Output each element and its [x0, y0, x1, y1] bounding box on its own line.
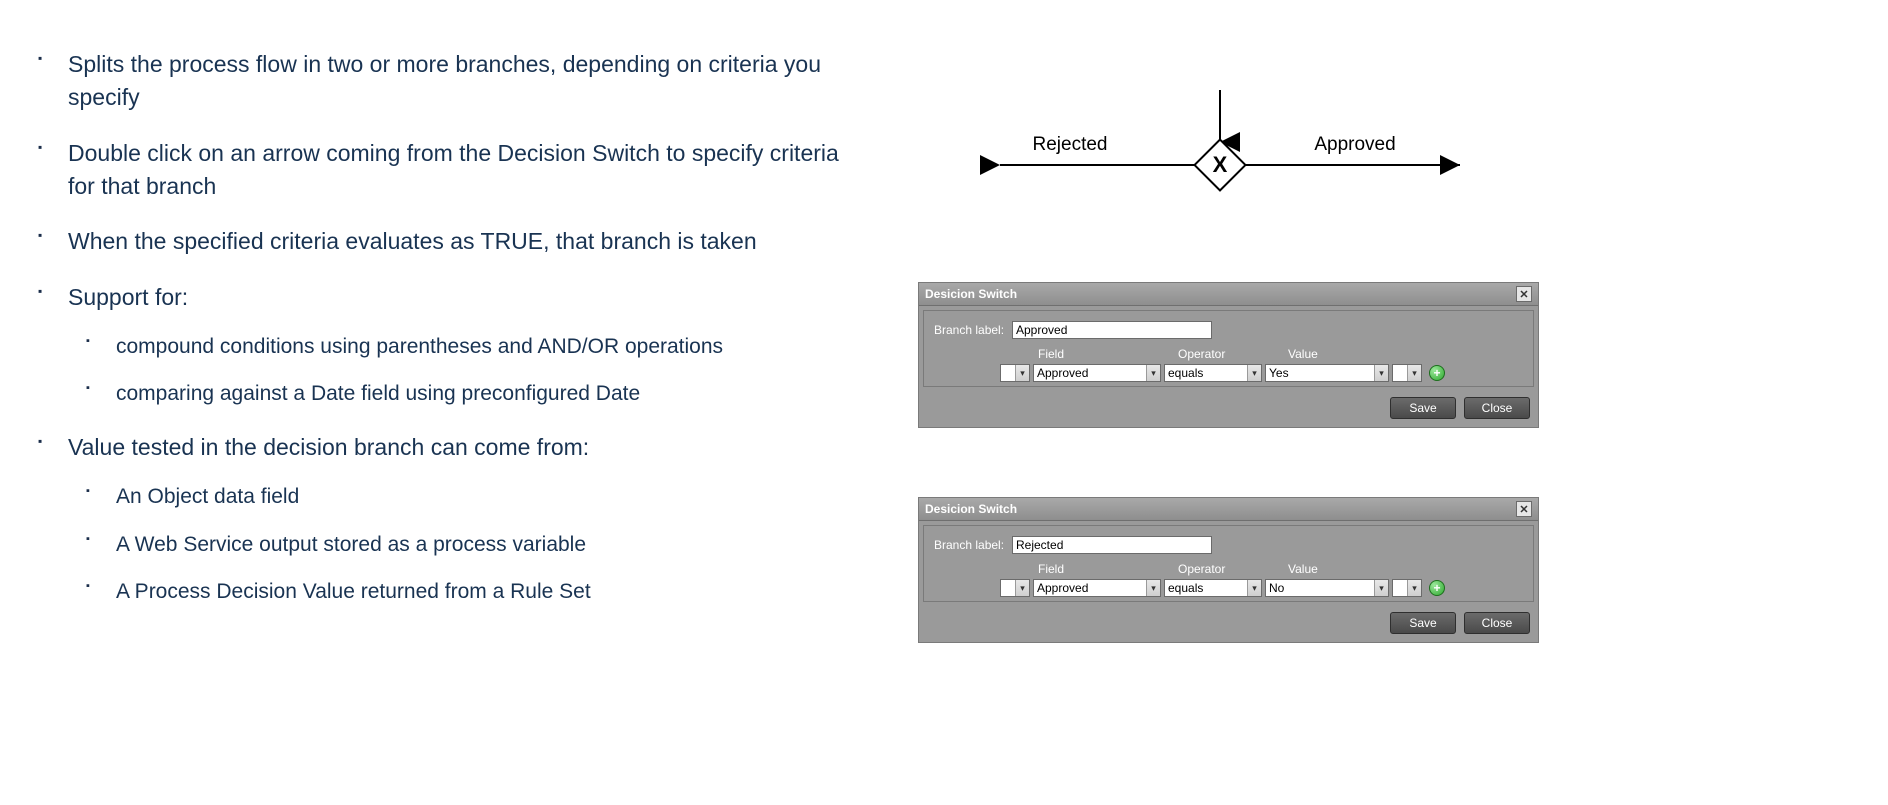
close-icon[interactable]: ✕ [1516, 501, 1532, 517]
dialog-title: Desicion Switch [925, 287, 1017, 301]
col-field: Field [1038, 347, 1178, 361]
decision-switch-dialog-rejected: Desicion Switch ✕ Branch label: Field Op… [918, 497, 1539, 643]
bullet-5-sub-3: A Process Decision Value returned from a… [68, 577, 860, 606]
bullet-3: When the specified criteria evaluates as… [30, 225, 860, 258]
branch-label-input[interactable] [1012, 321, 1212, 339]
save-button[interactable]: Save [1390, 397, 1456, 419]
svg-text:Rejected: Rejected [1033, 134, 1108, 155]
branch-label-input[interactable] [1012, 536, 1212, 554]
col-value: Value [1288, 347, 1408, 361]
close-button[interactable]: Close [1464, 397, 1530, 419]
chevron-down-icon[interactable]: ▾ [1374, 580, 1388, 596]
chevron-down-icon[interactable]: ▾ [1015, 580, 1029, 596]
slide-text: Splits the process flow in two or more b… [30, 48, 860, 628]
branch-label-caption: Branch label: [934, 538, 1006, 552]
branch-label-caption: Branch label: [934, 323, 1006, 337]
chevron-down-icon[interactable]: ▾ [1247, 580, 1261, 596]
bullet-4-sub-1: compound conditions using parentheses an… [68, 332, 860, 361]
bullet-4: Support for: compound conditions using p… [30, 281, 860, 409]
close-icon[interactable]: ✕ [1516, 286, 1532, 302]
bullet-2: Double click on an arrow coming from the… [30, 137, 860, 204]
dialog-titlebar[interactable]: Desicion Switch ✕ [919, 283, 1538, 306]
bullet-5-sub-2: A Web Service output stored as a process… [68, 530, 860, 559]
value-select[interactable]: ▾ [1265, 579, 1389, 597]
bullet-5: Value tested in the decision branch can … [30, 431, 860, 607]
decision-switch-dialog-approved: Desicion Switch ✕ Branch label: Field Op… [918, 282, 1539, 428]
chevron-down-icon[interactable]: ▾ [1407, 365, 1421, 381]
chevron-down-icon[interactable]: ▾ [1015, 365, 1029, 381]
value-select[interactable]: ▾ [1265, 364, 1389, 382]
chevron-down-icon[interactable]: ▾ [1146, 580, 1160, 596]
save-button[interactable]: Save [1390, 612, 1456, 634]
bullet-4-sub-2: comparing against a Date field using pre… [68, 379, 860, 408]
operator-select[interactable]: ▾ [1164, 364, 1262, 382]
bullet-5-sub-1: An Object data field [68, 482, 860, 511]
svg-text:X: X [1213, 152, 1228, 177]
col-operator: Operator [1178, 347, 1288, 361]
close-paren-select[interactable]: ▾ [1392, 364, 1422, 382]
col-field: Field [1038, 562, 1178, 576]
open-paren-select[interactable]: ▾ [1000, 364, 1030, 382]
chevron-down-icon[interactable]: ▾ [1374, 365, 1388, 381]
col-value: Value [1288, 562, 1408, 576]
close-paren-select[interactable]: ▾ [1392, 579, 1422, 597]
bullet-1: Splits the process flow in two or more b… [30, 48, 860, 115]
open-paren-select[interactable]: ▾ [1000, 579, 1030, 597]
col-operator: Operator [1178, 562, 1288, 576]
svg-text:Approved: Approved [1314, 134, 1395, 155]
add-criteria-button[interactable]: + [1429, 580, 1445, 596]
bullet-4-text: Support for: [68, 284, 188, 310]
chevron-down-icon[interactable]: ▾ [1247, 365, 1261, 381]
bullet-5-text: Value tested in the decision branch can … [68, 434, 589, 460]
field-select[interactable]: ▾ [1033, 364, 1161, 382]
add-criteria-button[interactable]: + [1429, 365, 1445, 381]
chevron-down-icon[interactable]: ▾ [1407, 580, 1421, 596]
operator-select[interactable]: ▾ [1164, 579, 1262, 597]
dialog-title: Desicion Switch [925, 502, 1017, 516]
field-select[interactable]: ▾ [1033, 579, 1161, 597]
close-button[interactable]: Close [1464, 612, 1530, 634]
chevron-down-icon[interactable]: ▾ [1146, 365, 1160, 381]
dialog-titlebar[interactable]: Desicion Switch ✕ [919, 498, 1538, 521]
decision-diagram: X Rejected Approved [960, 90, 1480, 230]
